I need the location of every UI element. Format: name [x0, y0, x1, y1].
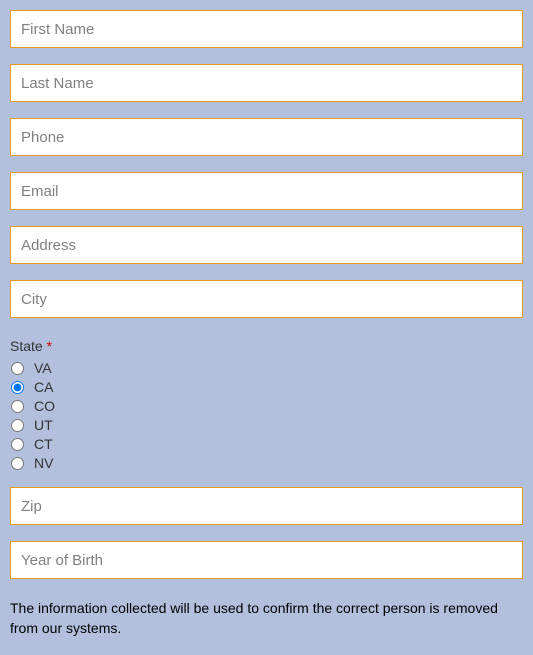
- state-option-co[interactable]: CO: [10, 398, 523, 414]
- state-option-ct[interactable]: CT: [10, 436, 523, 452]
- state-option-label: CA: [34, 379, 53, 395]
- state-option-ca[interactable]: CA: [10, 379, 523, 395]
- state-option-nv[interactable]: NV: [10, 455, 523, 471]
- state-radio-ct[interactable]: [11, 438, 24, 451]
- phone-field[interactable]: [10, 118, 523, 156]
- first-name-field[interactable]: [10, 10, 523, 48]
- required-indicator: *: [47, 338, 52, 354]
- state-option-label: UT: [34, 417, 53, 433]
- city-field[interactable]: [10, 280, 523, 318]
- year-of-birth-field[interactable]: [10, 541, 523, 579]
- state-radio-va[interactable]: [11, 362, 24, 375]
- disclaimer-text: The information collected will be used t…: [10, 599, 523, 638]
- state-radio-ut[interactable]: [11, 419, 24, 432]
- state-option-label: VA: [34, 360, 52, 376]
- state-radio-ca[interactable]: [11, 381, 24, 394]
- state-radio-group: State * VA CA CO UT CT NV: [10, 338, 523, 471]
- state-radio-nv[interactable]: [11, 457, 24, 470]
- state-label: State *: [10, 338, 523, 354]
- state-option-label: CO: [34, 398, 55, 414]
- address-field[interactable]: [10, 226, 523, 264]
- state-radio-co[interactable]: [11, 400, 24, 413]
- last-name-field[interactable]: [10, 64, 523, 102]
- state-option-label: CT: [34, 436, 53, 452]
- email-field[interactable]: [10, 172, 523, 210]
- form-container: State * VA CA CO UT CT NV The i: [10, 10, 523, 638]
- zip-field[interactable]: [10, 487, 523, 525]
- state-option-va[interactable]: VA: [10, 360, 523, 376]
- state-option-ut[interactable]: UT: [10, 417, 523, 433]
- state-option-label: NV: [34, 455, 53, 471]
- state-label-text: State: [10, 338, 43, 354]
